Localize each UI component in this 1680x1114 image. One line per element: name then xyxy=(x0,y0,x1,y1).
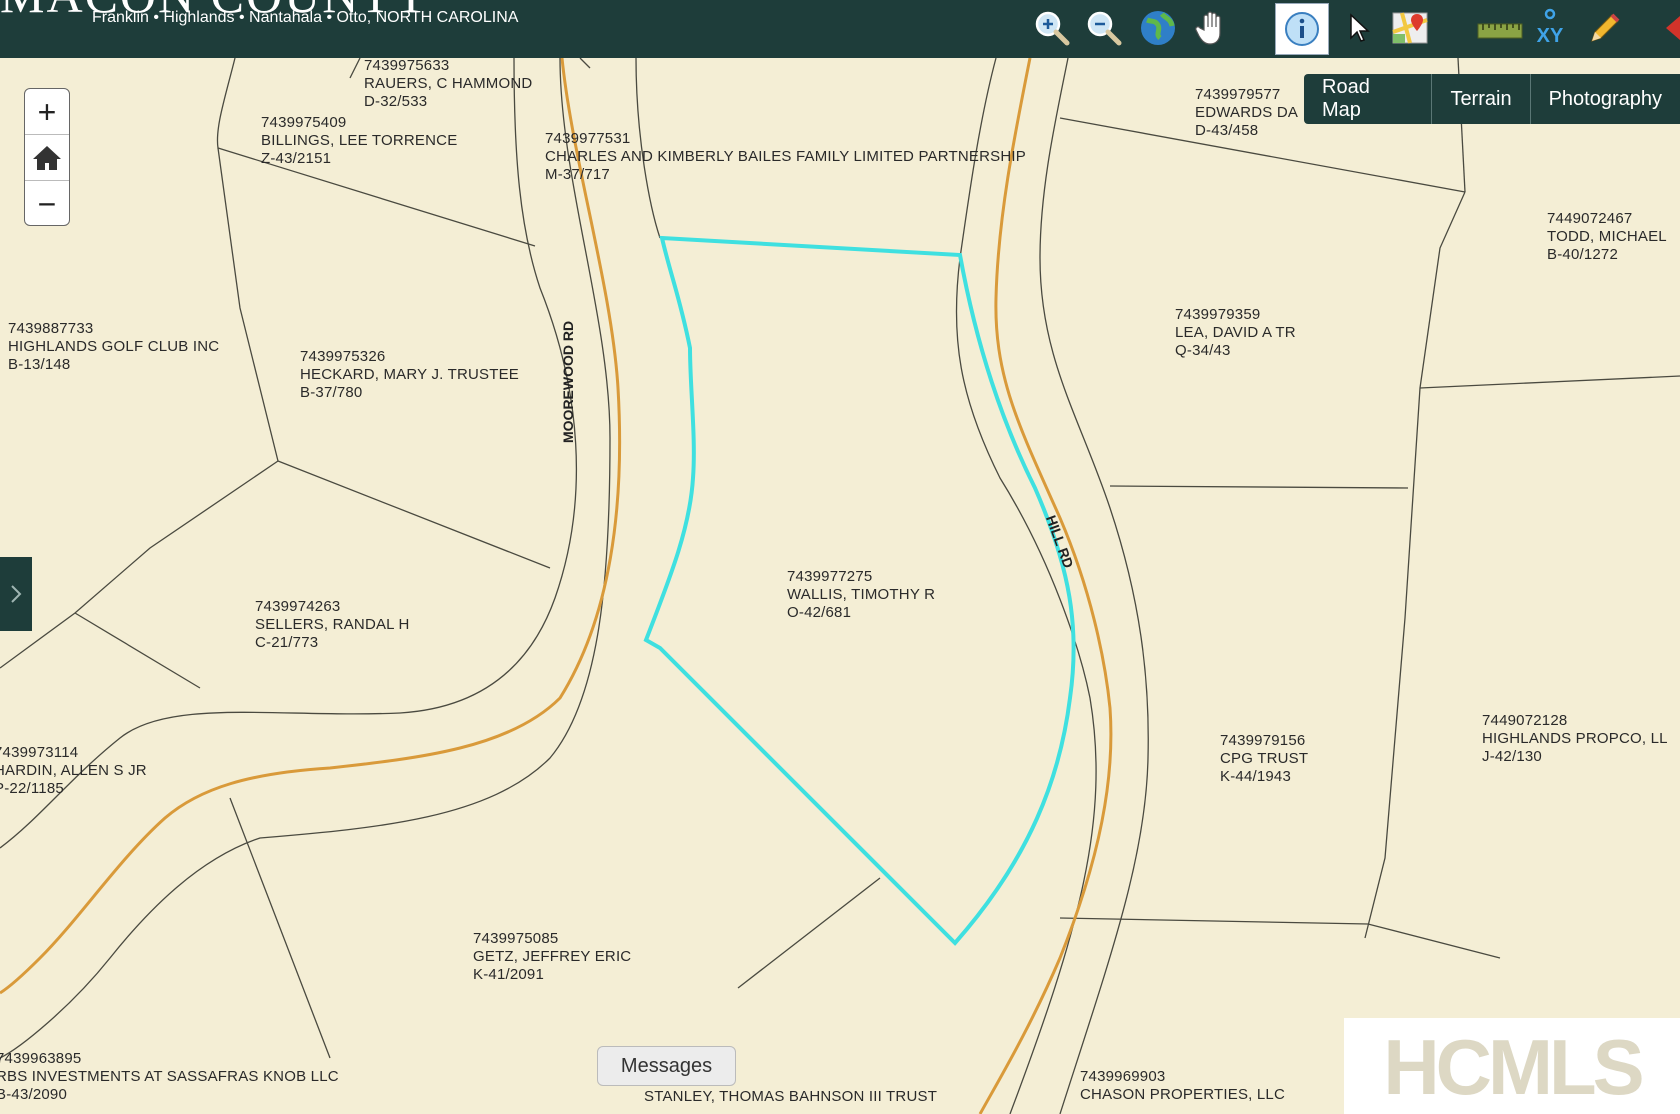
parcel-label[interactable]: 7439975633 RAUERS, C HAMMOND D-32/533 xyxy=(364,57,532,111)
basemap-road-map-button[interactable]: Road Map xyxy=(1304,74,1433,124)
parcel-label[interactable]: 7439979577 EDWARDS DA D-43/458 xyxy=(1195,86,1298,140)
pencil-icon[interactable] xyxy=(1582,6,1626,50)
chevron-right-icon xyxy=(11,585,22,603)
moorewood-road-label: MOOREWOOD RD xyxy=(560,320,576,443)
parcel-label[interactable]: 7439975409 BILLINGS, LEE TORRENCE Z-43/215… xyxy=(261,114,457,168)
messages-button[interactable]: Messages xyxy=(597,1046,736,1086)
parcel-label[interactable]: 7439973114 HARDIN, ALLEN S JR P-22/1185 xyxy=(0,744,147,798)
home-icon xyxy=(33,145,61,170)
map-canvas[interactable]: MOOREWOOD RD HILL RD 7439975633 RAUERS, C… xyxy=(0,57,1680,1114)
google-maps-icon[interactable] xyxy=(1388,6,1432,50)
info-icon[interactable] xyxy=(1275,3,1329,55)
header-bar: MACON COUNTY Franklin • Highlands • Nant… xyxy=(0,0,1680,58)
parcel-label[interactable]: 7439979359 LEA, DAVID A TR Q-34/43 xyxy=(1175,306,1296,360)
pan-hand-icon[interactable] xyxy=(1190,6,1234,50)
parcel-label[interactable]: 7439969903 CHASON PROPERTIES, LLC xyxy=(1080,1068,1285,1104)
parcel-label[interactable]: 7439887733 HIGHLANDS GOLF CLUB INC B-13/14… xyxy=(8,320,219,374)
hcmls-watermark-logo: HCMLS xyxy=(1344,1018,1680,1114)
parcel-label[interactable]: 7439975326 HECKARD, MARY J. TRUSTEE B-37/7… xyxy=(300,348,519,402)
hcmls-logo-icon: HCMLS xyxy=(1383,1026,1645,1106)
zoom-out-icon[interactable] xyxy=(1082,6,1126,50)
basemap-photography-button[interactable]: Photography xyxy=(1531,74,1680,124)
parcel-label[interactable]: 7439974263 SELLERS, RANDAL H C-21/773 xyxy=(255,598,410,652)
parcel-label[interactable]: 7449072128 HIGHLANDS PROPCO, LL J-42/130 xyxy=(1482,712,1668,766)
parcel-label[interactable]: 7439975085 GETZ, JEFFREY ERIC K-41/2091 xyxy=(473,930,631,984)
parcel-label[interactable]: STANLEY, THOMAS BAHNSON III TRUST xyxy=(644,1088,937,1106)
county-subtitle: Franklin • Highlands • Nantahala • Otto,… xyxy=(92,9,519,26)
zoom-control: + − xyxy=(24,88,70,226)
side-panel-toggle[interactable] xyxy=(0,557,32,631)
measure-ruler-icon[interactable] xyxy=(1474,6,1526,50)
red-marker-icon[interactable] xyxy=(1652,14,1680,42)
xy-label: XY xyxy=(1537,25,1564,47)
xy-coordinate-icon[interactable]: XY xyxy=(1528,6,1572,50)
svg-text:HCMLS: HCMLS xyxy=(1383,1026,1641,1106)
basemap-switcher: Road Map Terrain Photography xyxy=(1304,74,1680,124)
basemap-terrain-button[interactable]: Terrain xyxy=(1432,74,1531,124)
zoom-in-icon[interactable] xyxy=(1030,6,1074,50)
parcel-label[interactable]: 7439963895 RBS INVESTMENTS AT SASSAFRAS K… xyxy=(0,1050,339,1104)
globe-icon[interactable] xyxy=(1136,6,1180,50)
pointer-icon[interactable] xyxy=(1335,6,1379,50)
zoom-out-button[interactable]: − xyxy=(25,180,69,226)
parcel-label[interactable]: 7439977531 CHARLES AND KIMBERLY BAILES FA… xyxy=(545,130,1026,184)
zoom-in-button[interactable]: + xyxy=(25,89,69,134)
selected-parcel-label[interactable]: 7439977275 WALLIS, TIMOTHY R O-42/681 xyxy=(787,568,935,622)
parcel-label[interactable]: 7439979156 CPG TRUST K-44/1943 xyxy=(1220,732,1308,786)
home-button[interactable] xyxy=(25,134,69,180)
parcel-label[interactable]: 7449072467 TODD, MICHAEL B-40/1272 xyxy=(1547,210,1667,264)
